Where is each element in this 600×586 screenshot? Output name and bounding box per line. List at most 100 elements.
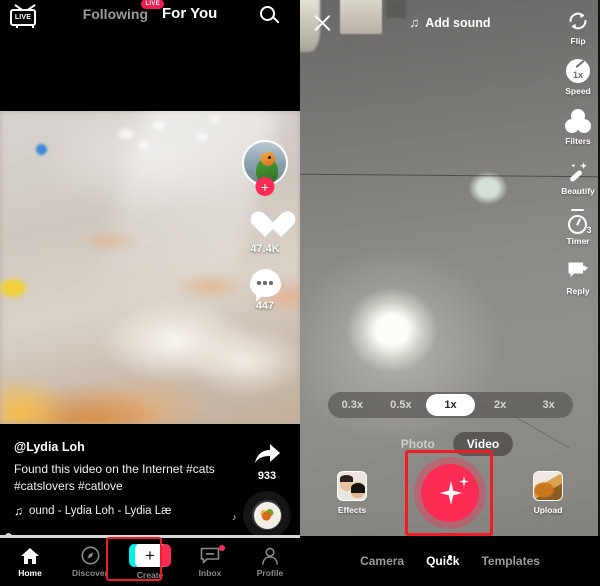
search-icon[interactable] [260, 6, 284, 30]
feed-bottom-nav: Home Discover + Create Inbox Profile [0, 537, 300, 586]
tool-label-beautify: Beautify [561, 186, 595, 196]
tool-flip[interactable]: Flip [556, 8, 600, 46]
speed-option-0.5x[interactable]: 0.5x [377, 394, 426, 416]
bokeh-light [152, 121, 165, 130]
tab-following[interactable]: Following LIVE [82, 0, 165, 22]
tool-label-reply: Reply [566, 286, 590, 296]
filters-circles-icon [565, 108, 591, 134]
upload-button[interactable]: Upload [524, 471, 572, 515]
tab-for-you[interactable]: For You [162, 4, 217, 22]
music-note-icon: ♫ [14, 504, 23, 518]
nav-label-home: Home [18, 567, 42, 578]
record-button[interactable] [405, 450, 493, 536]
beautify-wand-icon [565, 158, 591, 184]
like-count: 47.4K [250, 243, 280, 255]
add-sound-button[interactable]: ♫ Add sound [300, 15, 600, 30]
camera-top-bar: ♫ Add sound [300, 0, 600, 46]
nav-label-profile: Profile [256, 567, 284, 578]
mode-selected-indicator [447, 555, 452, 559]
reply-icon [565, 258, 591, 284]
feed-caption: @Lydia Loh Found this video on the Inter… [14, 440, 229, 518]
follow-button[interactable]: + [255, 177, 275, 196]
create-plus-glyph: + [135, 544, 165, 567]
nav-item-create[interactable]: + Create [106, 537, 178, 581]
music-disc-icon [244, 492, 290, 538]
tiktok-feed-panel: 抖音 LIVE Following LIVE For You [0, 0, 300, 586]
effects-button[interactable]: Effects [328, 471, 376, 515]
tool-timer[interactable]: 3 Timer [556, 208, 600, 246]
home-icon [19, 547, 41, 565]
following-live-badge: LIVE [141, 0, 165, 9]
music-note-icon: ♫ [409, 15, 420, 30]
share-arrow-icon [252, 441, 282, 467]
camera-mode-bar: Camera Quick Templates [300, 536, 600, 586]
upload-label: Upload [533, 505, 563, 515]
mode-tab-templates[interactable]: Templates [481, 554, 539, 568]
comment-bubble-icon [249, 269, 281, 302]
feed-top-bar: LIVE Following LIVE For You [0, 0, 300, 36]
timer-icon: 3 [565, 208, 592, 235]
nav-label-discover: Discover [72, 567, 108, 578]
bokeh-light [138, 141, 149, 149]
compass-icon [79, 546, 101, 565]
create-plus-icon: + [129, 544, 171, 567]
nav-item-inbox[interactable]: Inbox [182, 544, 238, 578]
mode-tab-quick[interactable]: Quick [426, 554, 459, 568]
speed-current-value: 1x [572, 70, 583, 80]
tool-label-speed: Speed [565, 86, 591, 96]
capture-controls-row: Effects Upload [300, 450, 600, 536]
nav-label-inbox: Inbox [198, 567, 222, 578]
speed-option-0.3x[interactable]: 0.3x [328, 394, 377, 416]
speed-gauge-icon: 1x [565, 58, 591, 84]
tool-speed[interactable]: 1x Speed [556, 58, 600, 96]
speed-option-3x[interactable]: 3x [524, 394, 573, 416]
sound-row[interactable]: ♫ ound - Lydia Loh - Lydia Læ [14, 504, 229, 518]
sparkle-icon [440, 481, 462, 505]
speed-option-1x[interactable]: 1x [426, 394, 475, 416]
feed-action-rail: + 47.4K 447 [238, 140, 292, 312]
bokeh-light [210, 116, 220, 123]
flip-camera-icon [565, 8, 591, 34]
tool-reply[interactable]: Reply [556, 258, 600, 296]
effects-label: Effects [337, 505, 367, 515]
nav-item-discover[interactable]: Discover [62, 546, 118, 578]
nav-item-home[interactable]: Home [2, 547, 58, 578]
tool-filters[interactable]: Filters [556, 108, 600, 146]
camera-tool-rail: Flip 1x Speed Filters Beautify 3 Timer R… [556, 8, 600, 308]
timer-value: 3 [586, 224, 592, 235]
tab-following-label: Following [82, 6, 149, 22]
sparkle-small-icon [459, 476, 469, 487]
record-inner-button [421, 464, 479, 522]
sound-title: ound - Lydia Loh - Lydia Læ [29, 505, 172, 517]
capture-mode-photo[interactable]: Photo [387, 432, 449, 456]
share-count: 933 [257, 470, 277, 482]
speed-selector: 0.3x 0.5x 1x 2x 3x [328, 392, 573, 418]
video-description-line-2: #catslovers #catlove [14, 479, 123, 493]
mode-tab-camera[interactable]: Camera [360, 554, 404, 568]
speed-option-2x[interactable]: 2x [476, 394, 525, 416]
tool-label-filters: Filters [565, 136, 591, 146]
avatar[interactable]: + [242, 140, 288, 196]
music-disc-button[interactable]: ♪ [232, 492, 290, 538]
tool-label-timer: Timer [566, 236, 590, 246]
bokeh-light [196, 133, 208, 141]
tiktok-camera-panel: ♫ Add sound Flip 1x Speed Filters Beauti… [300, 0, 600, 586]
bokeh-yellow-dot [0, 279, 26, 297]
effects-thumbnail-icon [337, 471, 367, 501]
comment-button[interactable]: 447 [249, 269, 281, 312]
nav-label-create: Create [136, 570, 164, 580]
share-button[interactable]: 933 [252, 441, 282, 482]
author-handle[interactable]: @Lydia Loh [14, 440, 229, 454]
capture-mode-video[interactable]: Video [452, 432, 514, 456]
nav-item-profile[interactable]: Profile [242, 547, 298, 578]
inbox-message-icon [199, 547, 221, 565]
video-description-line-1: Found this video on the Internet #cats [14, 462, 215, 476]
bokeh-blue-dot [36, 144, 47, 155]
screenshot-root: 抖音 LIVE Following LIVE For You [0, 0, 600, 586]
like-button[interactable]: 47.4K [249, 210, 281, 255]
heart-icon [249, 210, 281, 240]
tool-beautify[interactable]: Beautify [556, 158, 600, 196]
live-feet-icon [14, 23, 36, 28]
inbox-unread-dot [219, 544, 225, 551]
person-icon [259, 547, 281, 565]
